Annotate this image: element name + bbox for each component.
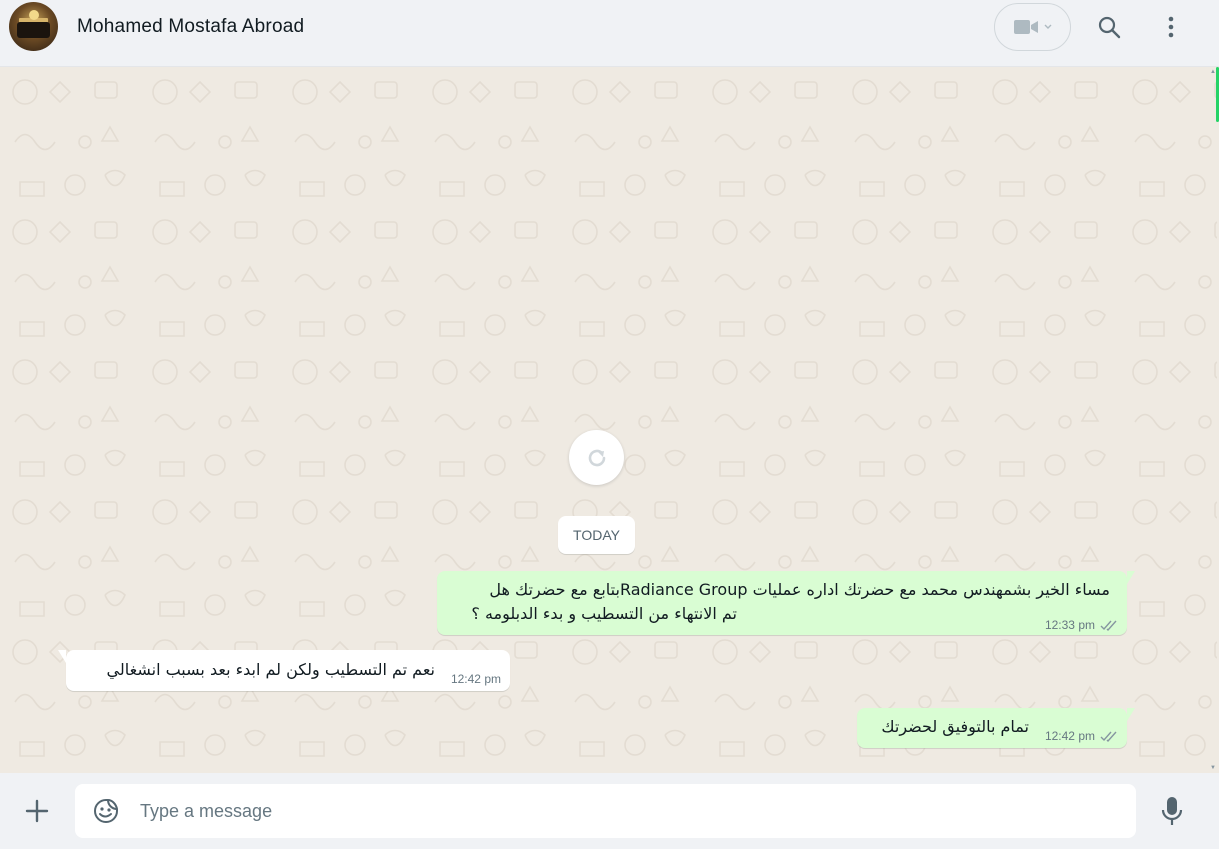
date-divider: TODAY [558, 516, 635, 554]
video-camera-icon [1013, 20, 1038, 34]
chat-area[interactable]: TODAY مساء الخير بشمهندس محمد مع حضرتك ا… [0, 67, 1217, 773]
outgoing-message[interactable]: مساء الخير بشمهندس محمد مع حضرتك اداره ع… [437, 571, 1135, 635]
scroll-down-arrow[interactable]: ▼ [1210, 765, 1216, 771]
message-meta: 12:33 pm [1045, 618, 1118, 632]
chat-scrollbar[interactable]: ▲ ▼ [1207, 67, 1219, 773]
voice-message-button[interactable] [1155, 792, 1189, 830]
message-text-line: تمام بالتوفيق لحضرتك [881, 717, 1029, 736]
message-time: 12:33 pm [1044, 618, 1095, 632]
sticker-icon[interactable] [92, 797, 120, 825]
message-composer [0, 773, 1219, 849]
chevron-down-icon [1044, 24, 1051, 29]
message-meta: 12:42 pm [451, 672, 501, 686]
refresh-icon [588, 449, 605, 466]
message-meta: 12:42 pm [1045, 729, 1118, 743]
double-check-icon [1100, 620, 1117, 631]
load-earlier-button[interactable] [569, 430, 624, 485]
bubble-tail [1127, 708, 1135, 721]
message-text-line: نعم تم التسطيب ولكن لم ابدء بعد بسبب انش… [106, 660, 435, 679]
bubble-tail [58, 650, 66, 663]
message-time: 12:42 pm [1044, 729, 1095, 743]
chat-header: Mohamed Mostafa Abroad [0, 0, 1219, 67]
message-text-line: مساء الخير بشمهندس محمد مع حضرتك اداره ع… [489, 580, 1110, 599]
message-input-box[interactable] [75, 784, 1136, 838]
scroll-up-arrow[interactable]: ▲ [1210, 69, 1216, 75]
message-text-line: تم الانتهاء من التسطيب و بدء الدبلومه ؟ [471, 604, 737, 623]
outgoing-message[interactable]: تمام بالتوفيق لحضرتك 12:42 pm [857, 708, 1135, 748]
kebab-menu-icon [1168, 16, 1174, 38]
search-button[interactable] [1090, 8, 1128, 46]
contact-name[interactable]: Mohamed Mostafa Abroad [77, 16, 304, 38]
microphone-icon [1161, 797, 1183, 825]
double-check-icon [1100, 731, 1117, 742]
contact-avatar[interactable] [9, 2, 58, 51]
message-time: 12:42 pm [450, 672, 501, 686]
bubble-tail [1127, 571, 1135, 584]
message-input[interactable] [138, 784, 1118, 838]
video-call-button[interactable] [994, 3, 1071, 51]
menu-button[interactable] [1152, 8, 1190, 46]
attach-button[interactable] [18, 792, 56, 830]
incoming-message[interactable]: نعم تم التسطيب ولكن لم ابدء بعد بسبب انش… [58, 650, 510, 691]
search-icon [1098, 16, 1121, 39]
plus-icon [25, 799, 49, 823]
